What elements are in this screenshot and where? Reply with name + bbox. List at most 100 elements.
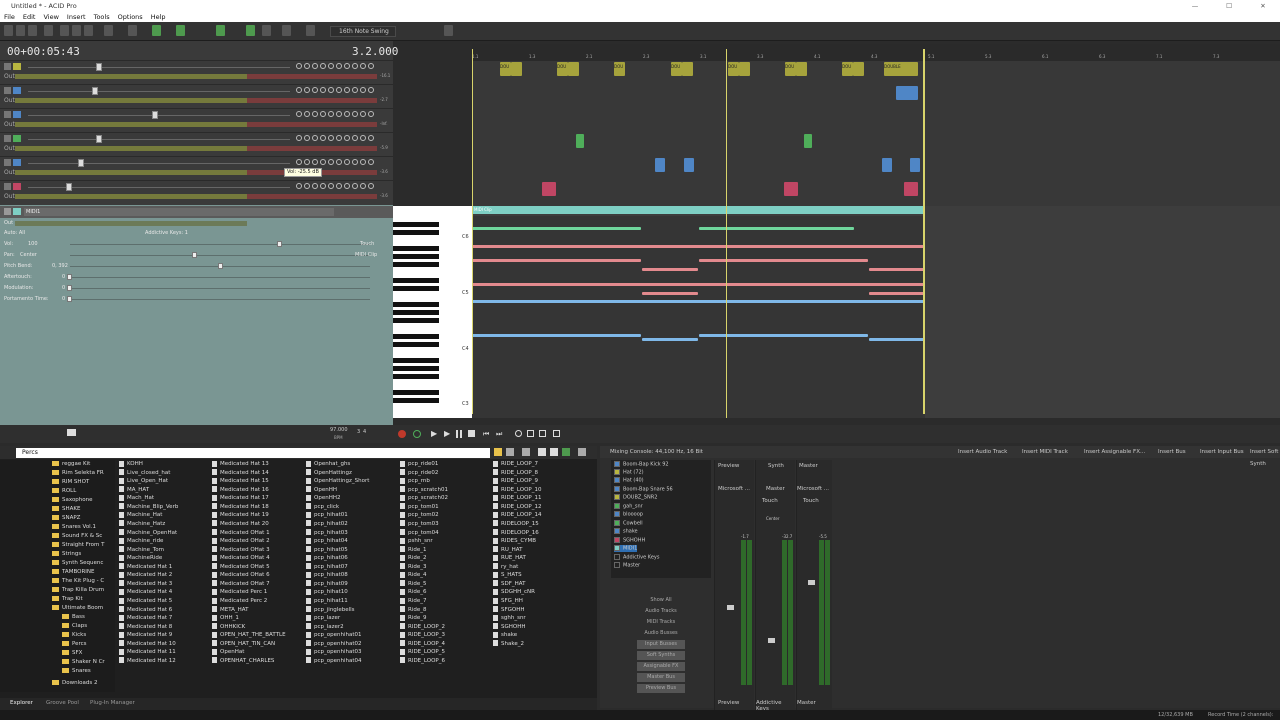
scroll-thumb[interactable] bbox=[67, 429, 76, 436]
bpm-value[interactable]: 97.000 bbox=[330, 427, 348, 433]
properties-icon[interactable] bbox=[44, 25, 53, 36]
track-controls[interactable] bbox=[296, 63, 391, 72]
file-item[interactable]: OpenHat bbox=[212, 648, 286, 657]
track-controls[interactable] bbox=[296, 135, 391, 144]
view-show-all[interactable]: Show All bbox=[637, 596, 685, 605]
file-item[interactable]: Medicated OHat 6 bbox=[212, 571, 286, 580]
zoom-tool-icon[interactable] bbox=[306, 25, 315, 36]
file-item[interactable]: OpenHattingz bbox=[306, 469, 369, 478]
file-item[interactable]: Medicated Hat 10 bbox=[119, 640, 178, 649]
file-item[interactable]: RIDE_LOOP_14 bbox=[493, 511, 542, 520]
file-item[interactable]: Medicated Hat 20 bbox=[212, 520, 286, 529]
file-item[interactable]: pcp_openhihat01 bbox=[306, 631, 369, 640]
mixer-list-item[interactable]: Master bbox=[614, 562, 640, 569]
auto-preview-icon[interactable] bbox=[562, 448, 570, 456]
undo-icon[interactable] bbox=[104, 25, 113, 36]
mixer-list-item[interactable]: Hat (40) bbox=[614, 477, 644, 484]
file-item[interactable]: Machine_Hat bbox=[119, 511, 178, 520]
go-to-start-icon[interactable]: ⏮ bbox=[483, 430, 489, 438]
minimize-button[interactable]: — bbox=[1178, 0, 1212, 12]
strip-automation[interactable]: Touch bbox=[762, 498, 778, 504]
file-item[interactable]: pcp_hihat09 bbox=[306, 580, 369, 589]
file-item[interactable]: Medicated OHat 1 bbox=[212, 529, 286, 538]
modulation-knob[interactable] bbox=[67, 285, 72, 291]
black-key[interactable] bbox=[393, 358, 439, 363]
volume-knob[interactable] bbox=[78, 159, 84, 167]
view-audio-busses[interactable]: Audio Busses bbox=[637, 629, 685, 638]
tab-groove-pool[interactable]: Groove Pool bbox=[46, 700, 79, 706]
tree-folder[interactable]: Snares bbox=[62, 668, 91, 674]
black-key[interactable] bbox=[393, 390, 439, 395]
tree-folder[interactable]: Straight From T bbox=[52, 542, 104, 548]
view-midi-tracks[interactable]: MIDI Tracks bbox=[637, 618, 685, 627]
file-item[interactable]: Medicated OHat 7 bbox=[212, 580, 286, 589]
file-item[interactable]: Medicated Hat 12 bbox=[119, 657, 178, 666]
file-item[interactable]: pcp_scratch01 bbox=[400, 486, 448, 495]
file-item[interactable]: RIDE_LOOP_7 bbox=[493, 460, 542, 469]
file-item[interactable]: Ride_8 bbox=[400, 606, 448, 615]
tree-folder[interactable]: SFX bbox=[62, 650, 82, 656]
tree-folder[interactable]: The Kit Plug - C bbox=[52, 578, 104, 584]
start-preview-icon[interactable] bbox=[522, 448, 530, 456]
tree-folder[interactable]: SNAPZ bbox=[52, 515, 80, 521]
file-item[interactable]: pshh_snr bbox=[400, 537, 448, 546]
file-item[interactable]: pcp_hihat06 bbox=[306, 554, 369, 563]
view-soft-synths[interactable]: Soft Synths bbox=[637, 651, 685, 660]
mixer-strip-preview[interactable]: Preview Microsoft ... -1.7 Preview bbox=[714, 460, 754, 710]
pan-knob[interactable] bbox=[192, 252, 197, 258]
tree-folder[interactable]: Bass bbox=[62, 614, 85, 620]
file-item[interactable]: Openhat_ghs bbox=[306, 460, 369, 469]
file-item[interactable]: Medicated Hat 19 bbox=[212, 511, 286, 520]
file-item[interactable]: Live_closed_hat bbox=[119, 469, 178, 478]
mixer-list-item[interactable]: Hat (72) bbox=[614, 469, 644, 476]
file-item[interactable]: pcp_jinglebells bbox=[306, 606, 369, 615]
file-item[interactable]: Machine_OpenHat bbox=[119, 529, 178, 538]
volume-knob[interactable] bbox=[92, 87, 98, 95]
mixer-list-item[interactable]: Boom-Bap Kick 92 bbox=[614, 461, 669, 468]
metronome-toggle-icon[interactable] bbox=[515, 430, 522, 437]
mixer-strip-synth[interactable]: Synth Master Touch Center -32.7 Addictiv… bbox=[755, 460, 795, 712]
track-header[interactable]: Out -16.1 bbox=[0, 60, 393, 84]
pitch-bend-knob[interactable] bbox=[218, 263, 223, 269]
file-item[interactable]: pcp_hihat05 bbox=[306, 546, 369, 555]
file-item[interactable]: Medicated OHat 2 bbox=[212, 537, 286, 546]
erase-tool-icon[interactable] bbox=[282, 25, 291, 36]
paste-icon[interactable] bbox=[84, 25, 93, 36]
tree-folder[interactable]: SHAKE bbox=[52, 506, 80, 512]
black-key[interactable] bbox=[393, 310, 439, 315]
snap-icon[interactable] bbox=[152, 25, 161, 36]
maximize-button[interactable]: ☐ bbox=[1212, 0, 1246, 12]
volume-knob[interactable] bbox=[96, 135, 102, 143]
file-item[interactable]: pcp_tom03 bbox=[400, 520, 448, 529]
mixer-list-item[interactable]: DOUBZ_SNR2 bbox=[614, 494, 657, 501]
file-item[interactable]: Medicated Hat 16 bbox=[212, 486, 286, 495]
black-key[interactable] bbox=[393, 342, 439, 347]
tree-folder[interactable]: Strings bbox=[52, 551, 81, 557]
view-assignable-fx[interactable]: Assignable FX bbox=[637, 662, 685, 671]
automation-mode[interactable]: Auto: All bbox=[4, 230, 25, 236]
tree-folder[interactable]: Rim Selekta FR bbox=[52, 470, 104, 476]
black-key[interactable] bbox=[393, 278, 439, 283]
black-key[interactable] bbox=[393, 262, 439, 267]
track-header[interactable]: Out -2.7 bbox=[0, 84, 393, 108]
close-button[interactable]: ✕ bbox=[1246, 0, 1280, 12]
file-item[interactable]: Ride_2 bbox=[400, 554, 448, 563]
save-icon[interactable] bbox=[28, 25, 37, 36]
file-item[interactable]: pcp_ride01 bbox=[400, 460, 448, 469]
volume-fader[interactable] bbox=[808, 580, 815, 585]
folder-tree[interactable] bbox=[0, 460, 115, 692]
mixer-list-item[interactable]: SGHOHH bbox=[614, 537, 645, 544]
file-item[interactable]: OHH_1 bbox=[212, 614, 286, 623]
mixer-list-item[interactable]: shake bbox=[614, 528, 638, 535]
file-item[interactable]: shake bbox=[493, 631, 542, 640]
track-controls[interactable] bbox=[296, 159, 391, 168]
file-item[interactable]: OPEN_HAT_THE_BATTLE bbox=[212, 631, 286, 640]
explorer-path[interactable]: Percs bbox=[16, 448, 490, 458]
menu-help[interactable]: Help bbox=[147, 12, 170, 22]
file-item[interactable]: pcp_openhihat04 bbox=[306, 657, 369, 666]
file-item[interactable]: Medicated Hat 5 bbox=[119, 597, 178, 606]
tree-folder[interactable]: TAMBORINE bbox=[52, 569, 94, 575]
playhead-cursor[interactable] bbox=[726, 49, 727, 418]
file-item[interactable]: Medicated Hat 6 bbox=[119, 606, 178, 615]
play-preview-icon[interactable] bbox=[538, 448, 546, 456]
